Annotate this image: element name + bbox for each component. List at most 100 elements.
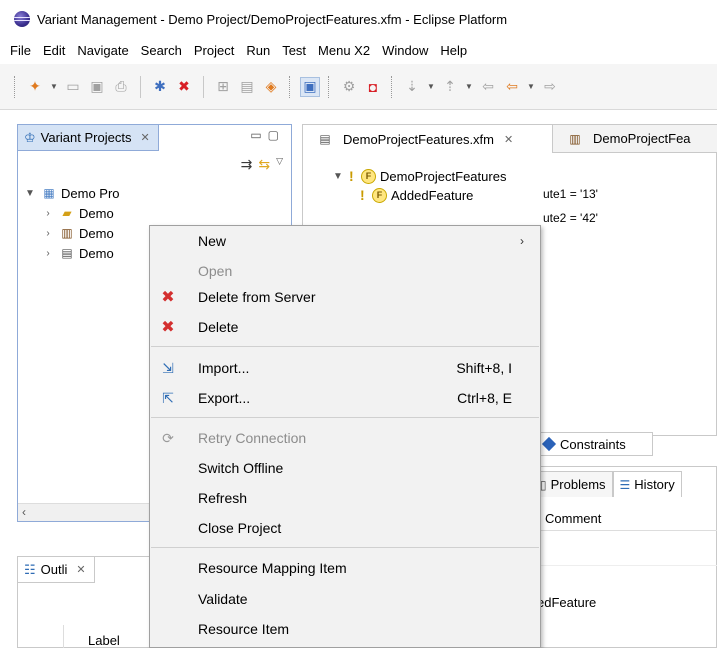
menu-navigate[interactable]: Navigate	[71, 38, 134, 64]
menu-edit[interactable]: Edit	[37, 38, 71, 64]
project-context-menu: New › Open ✖ Delete from Server ✖ Delete…	[149, 225, 541, 648]
chevron-down-icon[interactable]: ▼	[23, 188, 37, 199]
chevron-right-icon[interactable]: ›	[41, 248, 55, 259]
next-annotation-dropdown-icon[interactable]: ▼	[426, 77, 436, 97]
file-icon: ▤	[319, 132, 331, 146]
delete-icon[interactable]: ✖	[174, 77, 194, 97]
close-icon[interactable]: ✕	[76, 563, 85, 576]
forward-icon[interactable]: ⇨	[540, 77, 560, 97]
prev-annotation-dropdown-icon[interactable]: ▼	[464, 77, 474, 97]
last-edit-icon[interactable]: ⇦	[478, 77, 498, 97]
menu-item-resource-item[interactable]: Resource Item	[150, 614, 540, 644]
table-icon[interactable]: ▤	[237, 77, 257, 97]
tree-item[interactable]: ▼ ▦ Demo Pro	[23, 183, 120, 203]
label-column-header[interactable]: Label	[88, 633, 120, 648]
model-icon: ▥	[569, 131, 581, 146]
eclipse-app-icon	[14, 11, 30, 27]
next-annotation-icon[interactable]: ⇣	[402, 77, 422, 97]
toolbar-grip[interactable]	[328, 75, 331, 98]
menu-file[interactable]: File	[4, 38, 37, 64]
toolbar-grip[interactable]	[391, 75, 394, 98]
new-feature-icon[interactable]: ✱	[150, 77, 170, 97]
model-icon: ▥	[61, 226, 73, 240]
menu-item-import[interactable]: ⇲ Import... Shift+8, I	[150, 353, 540, 383]
toggle-view-icon[interactable]: ▣	[300, 76, 320, 97]
row-divider	[533, 565, 717, 566]
problems-tab[interactable]: ▯ Problems	[533, 471, 613, 497]
mandatory-icon: !	[360, 187, 365, 203]
scroll-left-icon[interactable]: ‹	[22, 505, 26, 519]
close-icon[interactable]: ✕	[140, 131, 149, 144]
menu-item-export[interactable]: ⇱ Export... Ctrl+8, E	[150, 383, 540, 413]
view-menu-icon[interactable]: ▽	[276, 156, 283, 173]
close-icon[interactable]: ✕	[504, 133, 513, 146]
tree-item-label: Demo	[79, 205, 114, 221]
menu-item-label: Delete from Server	[198, 289, 316, 305]
prev-annotation-icon[interactable]: ⇡	[440, 77, 460, 97]
editor-tab-label: DemoProjectFea	[593, 131, 691, 146]
history-cell: edFeature	[537, 595, 597, 610]
tree-item[interactable]: › ▤ Demo	[23, 243, 120, 263]
column-divider	[63, 625, 64, 648]
menu-item-close-project[interactable]: Close Project	[150, 513, 540, 543]
menu-item-validate[interactable]: Validate	[150, 584, 540, 614]
project-tree: ▼ ▦ Demo Pro › ▰ Demo › ▥ Demo › ▤ Demo	[23, 183, 120, 263]
variant-projects-tab[interactable]: ♔ Variant Projects ✕	[18, 125, 159, 151]
history-tab[interactable]: ☰ History	[612, 471, 682, 497]
window-title: Variant Management - Demo Project/DemoPr…	[37, 11, 508, 27]
menu-item-delete-from-server[interactable]: ✖ Delete from Server	[150, 282, 540, 312]
menu-project[interactable]: Project	[188, 38, 240, 64]
chevron-right-icon[interactable]: ›	[41, 228, 55, 239]
red-x-icon: ✖	[161, 319, 175, 336]
retry-icon: ⟳	[162, 429, 174, 446]
menu-window[interactable]: Window	[376, 38, 434, 64]
print-icon[interactable]: ⎙	[111, 77, 131, 97]
menu-item-refresh[interactable]: Refresh	[150, 483, 540, 513]
tree-item[interactable]: › ▥ Demo	[23, 223, 120, 243]
chevron-down-icon[interactable]: ▼	[331, 171, 345, 182]
menu-item-label: Import...	[198, 360, 250, 376]
menu-item-new[interactable]: New ›	[150, 226, 540, 256]
feature-tree-child[interactable]: ! F AddedFeature	[360, 184, 540, 206]
menu-item-switch-offline[interactable]: Switch Offline	[150, 453, 540, 483]
back-icon[interactable]: ⇦	[502, 77, 522, 97]
menu-test[interactable]: Test	[276, 38, 312, 64]
menu-item-resource-mapping-item[interactable]: Resource Mapping Item	[150, 553, 540, 583]
history-icon: ☰	[619, 477, 631, 492]
menu-run[interactable]: Run	[240, 38, 276, 64]
comment-column-header[interactable]: Comment	[533, 507, 717, 531]
run-icon[interactable]: ◘	[363, 77, 383, 97]
menu-search[interactable]: Search	[135, 38, 188, 64]
menu-item-retry-connection: ⟳ Retry Connection	[150, 423, 540, 453]
constraints-icon	[541, 436, 557, 452]
menu-bar: File Edit Navigate Search Project Run Te…	[0, 38, 717, 64]
new-dropdown-icon[interactable]: ▼	[49, 77, 59, 97]
import-icon: ⇲	[162, 359, 174, 376]
link-with-editor-icon[interactable]: ⇉	[241, 156, 253, 173]
menu-item-delete[interactable]: ✖ Delete	[150, 312, 540, 342]
constraints-tab[interactable]: Constraints	[537, 432, 653, 456]
minimize-maximize-icons[interactable]: ▭▢	[250, 128, 285, 142]
tools-icon[interactable]: ⚙	[339, 77, 359, 97]
tree-item[interactable]: › ▰ Demo	[23, 203, 120, 223]
save-all-icon[interactable]: ▣	[87, 77, 107, 97]
back-dropdown-icon[interactable]: ▼	[526, 77, 536, 97]
history-tab-label: History	[634, 477, 675, 492]
tree-item-label: Demo Pro	[61, 185, 120, 201]
new-wizard-icon[interactable]: ✦	[25, 77, 45, 97]
menu-help[interactable]: Help	[434, 38, 473, 64]
toolbar-grip[interactable]	[14, 75, 17, 98]
chevron-right-icon[interactable]: ›	[41, 208, 55, 219]
menu-item-shortcut: Ctrl+8, E	[457, 390, 512, 406]
toolbar-grip[interactable]	[289, 75, 292, 98]
layout-icon[interactable]: ⊞	[213, 77, 233, 97]
save-icon[interactable]: ▭	[63, 77, 83, 97]
editor-tab-other[interactable]: ▥ DemoProjectFea	[553, 125, 717, 153]
sync-icon[interactable]: ⇆	[258, 156, 270, 173]
tree-item-label: Demo	[79, 225, 114, 241]
menu-x2[interactable]: Menu X2	[312, 38, 376, 64]
file-icon: ▤	[61, 246, 73, 260]
outline-tab[interactable]: ☷ Outli ✕	[18, 557, 95, 583]
build-icon[interactable]: ◈	[261, 77, 281, 97]
editor-tab-active[interactable]: ▤ DemoProjectFeatures.xfm ✕	[303, 125, 553, 153]
